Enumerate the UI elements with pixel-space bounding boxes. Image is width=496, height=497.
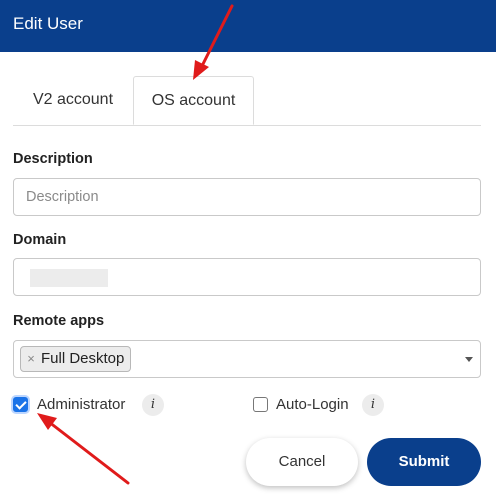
- annotation-arrow-bottom: [37, 413, 130, 485]
- annotation-arrows: [37, 4, 234, 485]
- annotation-arrow-top: [193, 4, 234, 80]
